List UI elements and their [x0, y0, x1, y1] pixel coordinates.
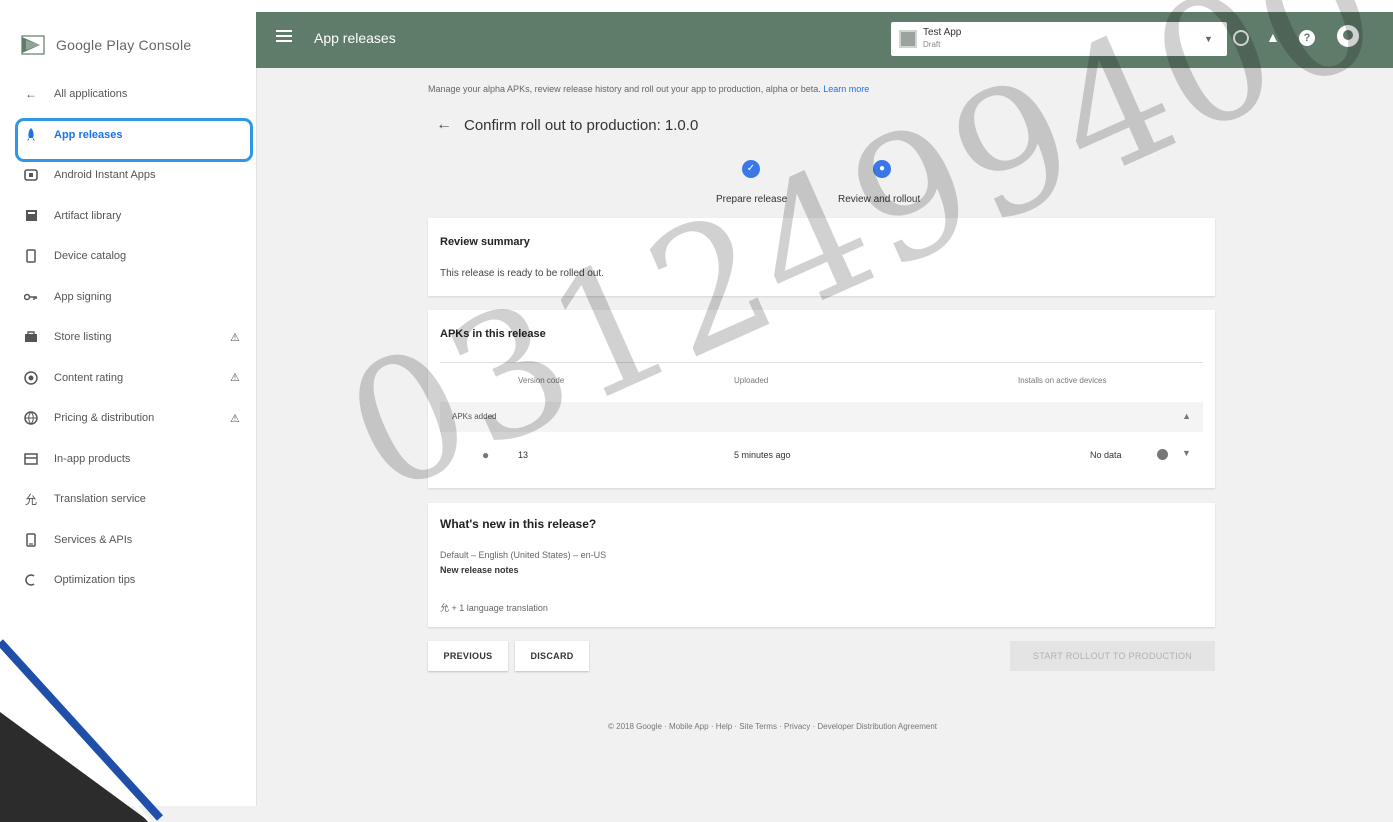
chevron-down-icon: ▼ [1204, 34, 1213, 44]
column-header: Version code [518, 376, 565, 385]
sidebar-item-label: App releases [54, 128, 123, 141]
sidebar-item-optimization-tips[interactable]: Optimization tips [0, 560, 256, 601]
brand-name: Google Play Console [56, 37, 192, 53]
step-prepare-release[interactable]: Prepare release [716, 194, 787, 205]
top-app-bar: App releases Test App Draft ▼ [256, 12, 1393, 68]
back-arrow-icon: ← [25, 87, 37, 102]
play-logo-icon [21, 35, 45, 55]
divider [440, 362, 1203, 363]
sidebar-item-device-catalog[interactable]: Device catalog [0, 236, 256, 277]
app-status: Draft [923, 40, 941, 49]
sidebar-item-label: In-app products [54, 452, 131, 465]
sidebar-item-label: Android Instant Apps [54, 169, 156, 182]
device-icon [24, 249, 38, 263]
review-summary-card: Review summary This release is ready to … [428, 218, 1215, 296]
discard-button[interactable]: DISCARD [515, 641, 589, 671]
whats-new-card: What's new in this release? Default – En… [428, 503, 1215, 627]
sidebar-item-store-listing[interactable]: Store listing ⚠ [0, 317, 256, 358]
sidebar-item-services-apis[interactable]: Services & APIs [0, 520, 256, 561]
sidebar-item-android-instant-apps[interactable]: Android Instant Apps [0, 155, 256, 196]
app-name: Test App [923, 27, 962, 38]
sidebar-item-translation-service[interactable]: 允 Translation service [0, 479, 256, 520]
step-current-icon: ● [873, 160, 891, 178]
sidebar-item-label: Device catalog [54, 250, 127, 263]
learn-more-link[interactable]: Learn more [823, 84, 869, 94]
page-subtitle: Manage your alpha APKs, review release h… [428, 84, 869, 94]
installs-cell: No data [1090, 450, 1122, 460]
sidebar-item-artifact-library[interactable]: Artifact library [0, 196, 256, 237]
brand[interactable]: Google Play Console [20, 30, 191, 60]
sidebar-item-in-app-products[interactable]: In-app products [0, 439, 256, 480]
sidebar-item-label: Pricing & distribution [54, 412, 155, 425]
column-header: Uploaded [734, 376, 769, 385]
confirm-title: Confirm roll out to production: 1.0.0 [464, 116, 699, 134]
sidebar-nav: ← All applications App releases Android … [0, 74, 256, 601]
sidebar-item-label: Artifact library [54, 209, 122, 222]
rocket-icon [24, 127, 38, 142]
release-notes: New release notes [440, 565, 519, 575]
chevron-down-icon[interactable]: ▼ [1182, 448, 1191, 458]
confirm-heading: ← Confirm roll out to production: 1.0.0 [436, 116, 698, 134]
sidebar-item-content-rating[interactable]: Content rating ⚠ [0, 358, 256, 399]
sidebar-item-label: App signing [54, 290, 112, 303]
rating-icon [24, 371, 38, 385]
page-footer: © 2018 Google · Mobile App · Help · Site… [608, 722, 937, 731]
column-header: Installs on active devices [1018, 376, 1107, 385]
bell-icon[interactable]: ▲ [1266, 29, 1280, 45]
start-rollout-button[interactable]: START ROLLOUT TO PRODUCTION [1010, 641, 1215, 671]
card-title: APKs in this release [440, 328, 546, 340]
instant-apps-icon [24, 168, 38, 182]
card-title: Review summary [440, 236, 530, 248]
library-icon [24, 209, 38, 223]
step-review-rollout[interactable]: Review and rollout [838, 194, 920, 205]
summary-text: This release is ready to be rolled out. [440, 268, 604, 279]
translation-label: + 1 language translation [451, 603, 548, 613]
sidebar-item-label: Optimization tips [54, 574, 136, 587]
help-icon[interactable]: ? [1299, 30, 1315, 46]
translate-icon: 允 [440, 603, 452, 613]
app-selector[interactable]: Test App Draft ▼ [891, 22, 1227, 56]
sidebar-item-pricing-distribution[interactable]: Pricing & distribution ⚠ [0, 398, 256, 439]
translate-icon: 允 [24, 492, 37, 507]
apk-group-row[interactable]: APKs added ▲ [440, 402, 1203, 432]
store-icon [24, 330, 38, 344]
avatar[interactable] [1337, 25, 1359, 47]
top-strip [0, 0, 1393, 12]
check-icon: ✓ [742, 160, 760, 178]
sidebar-item-label: All applications [54, 88, 128, 101]
warning-icon: ⚠ [230, 412, 240, 425]
sidebar-item-label: Store listing [54, 331, 112, 344]
android-icon: ● [482, 448, 490, 462]
sidebar: Google Play Console ← All applications A… [0, 12, 257, 806]
sidebar-item-label: Services & APIs [54, 533, 133, 546]
chevron-up-icon: ▲ [1182, 411, 1191, 421]
key-icon [24, 290, 38, 304]
tips-icon [24, 573, 38, 587]
phone-icon [24, 533, 38, 547]
subtitle-text: Manage your alpha APKs, review release h… [428, 84, 821, 94]
card-title: What's new in this release? [440, 517, 597, 531]
sidebar-item-app-releases[interactable]: App releases [0, 115, 256, 156]
app-thumbnail [899, 30, 917, 48]
globe-icon [24, 411, 38, 425]
version-code-cell: 13 [518, 450, 529, 460]
previous-button[interactable]: PREVIOUS [428, 641, 508, 671]
sidebar-item-label: Content rating [54, 371, 124, 384]
language-line: Default – English (United States) – en-U… [440, 550, 607, 560]
uploaded-cell: 5 minutes ago [734, 450, 791, 460]
sidebar-item-all-applications[interactable]: ← All applications [0, 74, 256, 115]
sidebar-item-label: Translation service [54, 493, 146, 506]
menu-icon[interactable] [276, 30, 292, 44]
warning-icon: ⚠ [230, 331, 240, 344]
group-label: APKs added [452, 412, 497, 421]
info-icon[interactable] [1157, 449, 1168, 460]
back-arrow-icon[interactable]: ← [436, 116, 452, 134]
translation-link[interactable]: 允 + 1 language translation [440, 601, 548, 614]
page-title: App releases [314, 30, 396, 46]
products-icon [24, 452, 38, 466]
sidebar-item-app-signing[interactable]: App signing [0, 277, 256, 318]
apks-card: APKs in this release Version code Upload… [428, 310, 1215, 488]
warning-icon: ⚠ [230, 372, 240, 385]
timer-icon[interactable] [1233, 30, 1249, 46]
